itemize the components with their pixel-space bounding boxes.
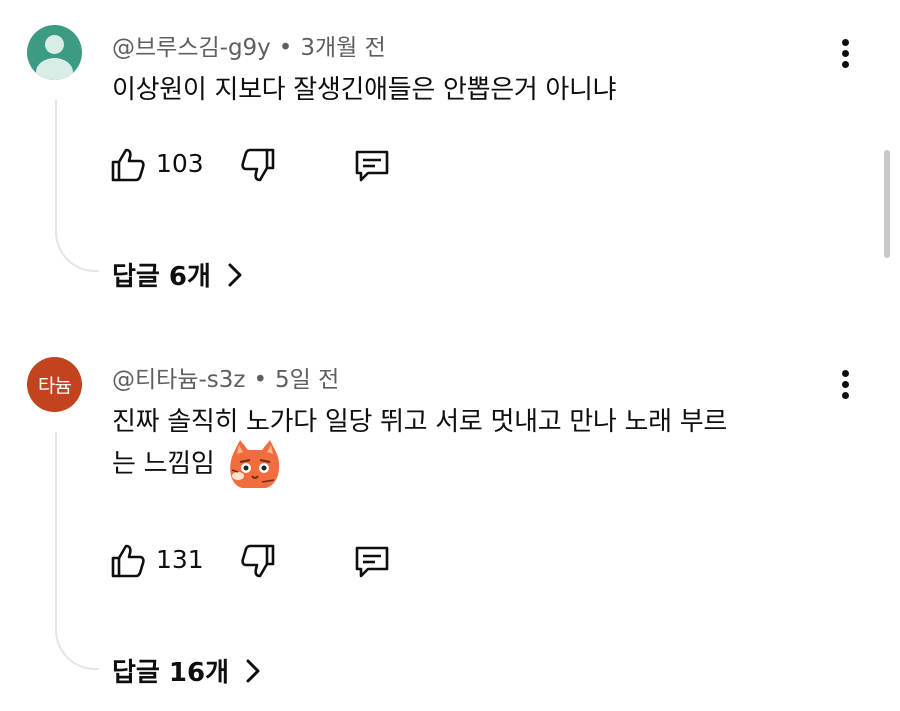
dislike-button[interactable]: [238, 541, 278, 581]
like-button[interactable]: 131: [108, 541, 204, 581]
more-icon: [842, 370, 849, 377]
author-name[interactable]: @브루스김-g9y: [112, 35, 271, 61]
meta-separator: •: [253, 367, 268, 393]
reply-button[interactable]: [352, 145, 392, 185]
like-button[interactable]: 103: [108, 145, 204, 185]
thread-line: [55, 432, 99, 670]
comment-time[interactable]: 3개월 전: [300, 35, 385, 61]
more-icon-dot: [842, 50, 849, 57]
reply-icon: [355, 546, 389, 578]
like-count: 103: [156, 149, 204, 178]
thumbs-down-icon: [241, 544, 275, 578]
meta-separator: •: [278, 35, 293, 61]
more-icon: [842, 39, 849, 46]
thumbs-up-icon: [111, 148, 145, 182]
replies-label: 답글 16개: [112, 658, 229, 688]
comment-time[interactable]: 5일 전: [275, 367, 339, 393]
reply-button[interactable]: [352, 541, 392, 581]
comment-text-line-2: 는 느낌임: [112, 449, 215, 479]
thumbs-up-icon: [111, 544, 145, 578]
reply-icon: [355, 150, 389, 182]
avatar-initials: 타늄: [38, 375, 72, 397]
comment-text-line-2-wrap: 는 느낌임: [112, 440, 842, 488]
comment-meta: @브루스김-g9y • 3개월 전: [112, 28, 386, 62]
cat-emoji-icon: [230, 440, 280, 488]
replies-label: 답글 6개: [112, 262, 211, 292]
chevron-right-icon: [246, 659, 260, 682]
dislike-button[interactable]: [238, 145, 278, 185]
author-name[interactable]: @티타늄-s3z: [112, 367, 245, 393]
more-options-button[interactable]: [836, 36, 856, 72]
more-icon-dot: [842, 392, 849, 399]
chevron-right-icon: [228, 263, 242, 286]
comment-meta: @티타늄-s3z • 5일 전: [112, 360, 339, 394]
scrollbar[interactable]: [884, 150, 890, 258]
author-avatar[interactable]: 타늄: [27, 357, 82, 412]
more-icon-dot: [842, 381, 849, 388]
comment-text: 이상원이 지보다 잘생긴애들은 안뽑은거 아니냐: [112, 75, 617, 105]
view-replies-button[interactable]: 답글 16개: [112, 652, 261, 689]
author-avatar[interactable]: [27, 25, 82, 80]
comment-text: 진짜 솔직히 노가다 일당 뛰고 서로 멋내고 만나 노래 부르 는 느낌임: [112, 402, 842, 488]
more-icon-dot: [842, 61, 849, 68]
avatar-body-shape: [36, 58, 73, 80]
thumbs-down-icon: [241, 148, 275, 182]
like-count: 131: [156, 545, 204, 574]
view-replies-button[interactable]: 답글 6개: [112, 256, 243, 293]
avatar-head-shape: [45, 35, 64, 54]
more-options-button[interactable]: [836, 367, 856, 403]
thread-line: [55, 100, 99, 272]
comment-text-line-1: 진짜 솔직히 노가다 일당 뛰고 서로 멋내고 만나 노래 부르: [112, 407, 727, 437]
